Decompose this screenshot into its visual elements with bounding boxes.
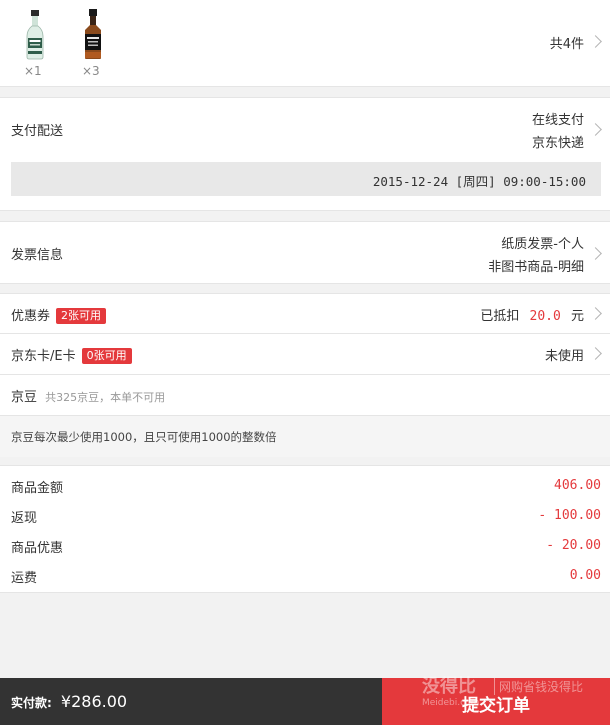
summary-row: 商品金额 406.00 [0,475,610,497]
summary-row: 返现 - 100.00 [0,505,610,527]
summary-label: 返现 [11,511,38,526]
product-item-1: ×1 [20,8,50,78]
coupon-prefix: 已抵扣 [480,309,520,324]
chevron-right-icon [589,307,602,320]
summary-value: - 20.00 [546,538,601,553]
pay-amount: ¥286.00 [60,692,128,711]
product-count: 共4件 [549,37,584,52]
submit-order-label: 提交订单 [462,696,530,716]
summary-value: - 100.00 [538,508,601,523]
payment-method: 在线支付 [531,113,584,128]
coupon-unit: 元 [570,309,584,324]
checkout-bar: 实付款: ¥286.00 提交订单 没得比 网购省钱没得比 Meidebi.co… [0,676,610,725]
chevron-right-icon [589,35,602,48]
summary-value: 0.00 [569,568,601,583]
ecard-label: 京东卡/E卡 [11,349,76,364]
jingdou-rule: 京豆每次最少使用1000，且只可使用1000的整数倍 [11,430,277,444]
coupon-label: 优惠券 [11,309,51,324]
jingdou-row[interactable]: 京豆 共325京豆，本单不可用 [0,375,610,415]
invoice-type: 纸质发票-个人 [501,237,584,252]
summary-label: 运费 [11,571,38,586]
chevron-right-icon [589,247,602,260]
jingdou-note: 共325京豆，本单不可用 [45,391,166,404]
invoice-section[interactable]: 发票信息 纸质发票-个人 非图书商品-明细 [0,221,610,284]
pay-total: 实付款: ¥286.00 [11,692,127,711]
product-list-section[interactable]: ×1 ×3 共4件 [0,0,610,87]
payment-delivery-label: 支付配送 [11,124,64,139]
coupon-deduction: 已抵扣 20.0 元 [480,305,584,324]
ecard-row[interactable]: 京东卡/E卡 0张可用 未使用 [0,334,610,374]
payment-delivery-section[interactable]: 支付配送 在线支付 京东快递 2015-12-24 [周四] 09:00-15:… [0,97,610,211]
discount-section: 优惠券 2张可用 已抵扣 20.0 元 京东卡/E卡 0张可用 未使用 京豆 共32… [0,293,610,457]
summary-label: 商品金额 [11,481,64,496]
product-qty: ×3 [82,64,100,78]
delivery-method: 京东快递 [531,136,584,151]
delivery-time-slot: 2015-12-24 [周四] 09:00-15:00 [372,174,586,189]
product-item-2: ×3 [78,8,108,78]
summary-value: 406.00 [554,478,601,493]
coupon-badge: 2张可用 [56,308,107,324]
summary-label: 商品优惠 [11,541,64,556]
jingdou-label: 京豆 [11,390,38,405]
chevron-right-icon [589,347,602,360]
invoice-content: 非图书商品-明细 [488,260,584,275]
whiskey-bottle-icon [85,9,101,59]
jingdou-label-wrap: 京豆 共325京豆，本单不可用 [11,386,165,405]
coupon-label-wrap: 优惠券 2张可用 [11,305,107,324]
summary-row: 商品优惠 - 20.00 [0,535,610,557]
jingdou-rule-box: 京豆每次最少使用1000，且只可使用1000的整数倍 [0,415,610,457]
coupon-amount: 20.0 [529,309,561,324]
chevron-right-icon [589,123,602,136]
summary-row: 运费 0.00 [0,565,610,587]
submit-order-button[interactable]: 提交订单 [382,678,610,725]
ecard-status: 未使用 [544,349,584,364]
coupon-row[interactable]: 优惠券 2张可用 已抵扣 20.0 元 [0,294,610,333]
product-qty: ×1 [24,64,42,78]
pay-label: 实付款: [11,696,52,710]
ecard-badge: 0张可用 [81,348,132,364]
delivery-time-box: 2015-12-24 [周四] 09:00-15:00 [11,162,601,196]
price-summary-section: 商品金额 406.00 返现 - 100.00 商品优惠 - 20.00 运费 … [0,465,610,593]
gin-bottle-icon [26,10,44,60]
ecard-label-wrap: 京东卡/E卡 0张可用 [11,345,132,364]
invoice-label: 发票信息 [11,248,64,263]
